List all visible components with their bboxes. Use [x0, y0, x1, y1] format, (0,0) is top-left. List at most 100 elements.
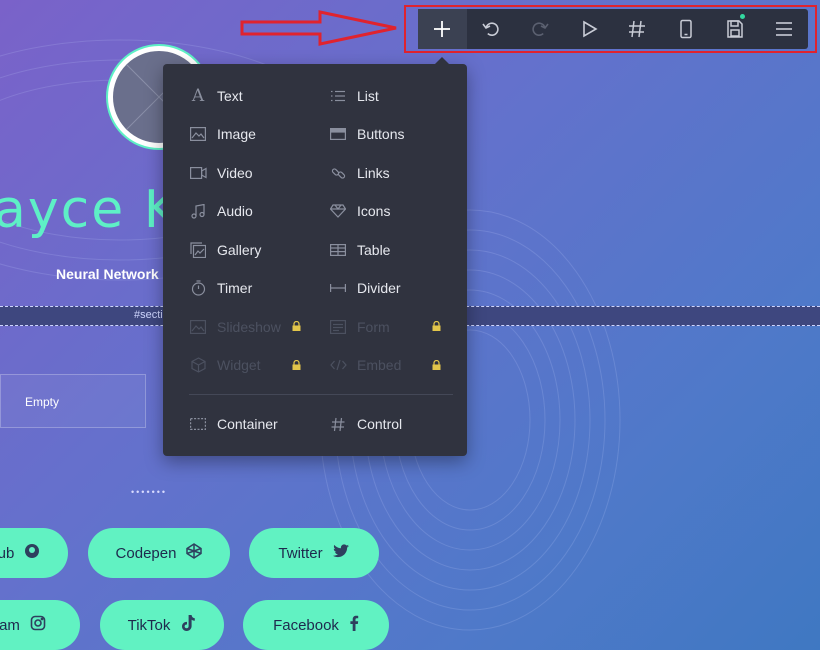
- hash-icon: [329, 415, 347, 433]
- menu-item-label: Image: [217, 126, 256, 142]
- menu-item-label: Buttons: [357, 126, 405, 142]
- menu-item-label: Widget: [217, 357, 261, 373]
- timer-icon: [189, 279, 207, 297]
- editor-toolbar: [418, 9, 808, 49]
- menu-item-buttons[interactable]: Buttons: [329, 122, 404, 146]
- social-label: ram: [0, 616, 20, 634]
- social-button-instagram[interactable]: ram: [0, 600, 80, 650]
- menu-item-image[interactable]: Image: [189, 122, 256, 146]
- github-icon: [24, 543, 40, 563]
- lock-icon: [432, 321, 441, 331]
- menu-item-widget[interactable]: Widget: [189, 353, 261, 377]
- menu-icon: [775, 22, 792, 36]
- redo-button[interactable]: [516, 9, 565, 49]
- undo-icon: [482, 22, 499, 36]
- menu-item-list[interactable]: List: [329, 84, 379, 108]
- codepen-icon: [186, 543, 203, 563]
- image-icon: [189, 125, 207, 143]
- lock-icon: [292, 321, 301, 331]
- menu-item-text[interactable]: A Text: [189, 84, 243, 108]
- empty-label: Empty: [25, 395, 60, 409]
- menu-item-divider[interactable]: Divider: [329, 276, 401, 300]
- widget-icon: [189, 356, 207, 374]
- menu-item-embed[interactable]: Embed: [329, 353, 401, 377]
- add-block-button[interactable]: [418, 9, 467, 49]
- menu-item-slideshow[interactable]: Slideshow: [189, 315, 281, 339]
- menu-item-links[interactable]: Links: [329, 161, 390, 185]
- redo-icon: [532, 22, 549, 36]
- menu-item-label: Form: [357, 319, 390, 335]
- divider-icon: [329, 279, 347, 297]
- mobile-preview-button[interactable]: [662, 9, 711, 49]
- menu-item-control[interactable]: Control: [329, 412, 402, 436]
- social-label: Twitter: [278, 544, 323, 562]
- social-button-twitter[interactable]: Twitter: [249, 528, 379, 578]
- menu-item-label: List: [357, 88, 379, 104]
- menu-item-label: Audio: [217, 203, 253, 219]
- menu-item-label: Text: [217, 88, 243, 104]
- social-button-facebook[interactable]: Facebook: [243, 600, 389, 650]
- menu-item-form[interactable]: Form: [329, 315, 390, 339]
- subtitle[interactable]: Neural Network: [56, 266, 159, 282]
- save-icon: [727, 20, 743, 38]
- preview-button[interactable]: [564, 9, 613, 49]
- mobile-icon: [680, 19, 692, 39]
- menu-item-timer[interactable]: Timer: [189, 276, 252, 300]
- pagination-dots: •••••••: [131, 487, 168, 497]
- video-icon: [189, 164, 207, 182]
- menu-item-label: Icons: [357, 203, 391, 219]
- list-icon: [329, 87, 347, 105]
- menu-item-table[interactable]: Table: [329, 238, 390, 262]
- social-label: Facebook: [273, 616, 339, 634]
- tiktok-icon: [180, 614, 196, 636]
- table-icon: [329, 241, 347, 259]
- social-label: ub: [0, 544, 15, 562]
- menu-item-gallery[interactable]: Gallery: [189, 238, 261, 262]
- instagram-icon: [30, 615, 46, 635]
- slideshow-icon: [189, 318, 207, 336]
- social-button-tiktok[interactable]: TikTok: [100, 600, 224, 650]
- menu-item-label: Links: [357, 165, 390, 181]
- menu-item-label: Timer: [217, 280, 253, 296]
- menu-item-label: Control: [357, 416, 403, 432]
- annotation-arrow: [240, 10, 397, 46]
- container-icon: [189, 415, 207, 433]
- social-label: Codepen: [115, 544, 177, 562]
- facebook-icon: [349, 615, 359, 635]
- lock-icon: [432, 360, 441, 370]
- menu-item-container[interactable]: Container: [189, 412, 278, 436]
- menu-item-label: Table: [357, 242, 391, 258]
- add-block-menu: A Text Image Video Audio Gallery Timer S…: [163, 57, 467, 456]
- text-icon: A: [191, 86, 205, 106]
- menu-item-icons[interactable]: Icons: [329, 199, 390, 223]
- menu-item-label: Container: [217, 416, 278, 432]
- menu-item-audio[interactable]: Audio: [189, 199, 253, 223]
- menu-divider: [189, 394, 453, 395]
- play-icon: [582, 20, 598, 38]
- undo-button[interactable]: [467, 9, 516, 49]
- hero-name[interactable]: ayce K: [0, 180, 180, 240]
- hash-icon: [629, 20, 646, 38]
- social-button-codepen[interactable]: Codepen: [88, 528, 230, 578]
- save-button[interactable]: [711, 9, 760, 49]
- plus-icon: [434, 21, 451, 37]
- empty-placeholder[interactable]: Empty: [0, 374, 146, 428]
- menu-item-label: Gallery: [217, 242, 262, 258]
- main-menu-button[interactable]: [759, 9, 808, 49]
- menu-item-video[interactable]: Video: [189, 161, 253, 185]
- buttons-icon: [329, 125, 347, 143]
- gallery-icon: [189, 241, 207, 259]
- social-label: TikTok: [127, 616, 171, 634]
- form-icon: [329, 318, 347, 336]
- code-button[interactable]: [613, 9, 662, 49]
- menu-item-label: Divider: [357, 280, 401, 296]
- menu-item-label: Slideshow: [217, 319, 281, 335]
- menu-item-label: Embed: [357, 357, 402, 373]
- diamond-icon: [329, 202, 347, 220]
- audio-icon: [189, 202, 207, 220]
- links-icon: [329, 164, 347, 182]
- menu-item-label: Video: [217, 165, 253, 181]
- social-button-github[interactable]: ub: [0, 528, 68, 578]
- lock-icon: [292, 360, 301, 370]
- embed-icon: [329, 356, 347, 374]
